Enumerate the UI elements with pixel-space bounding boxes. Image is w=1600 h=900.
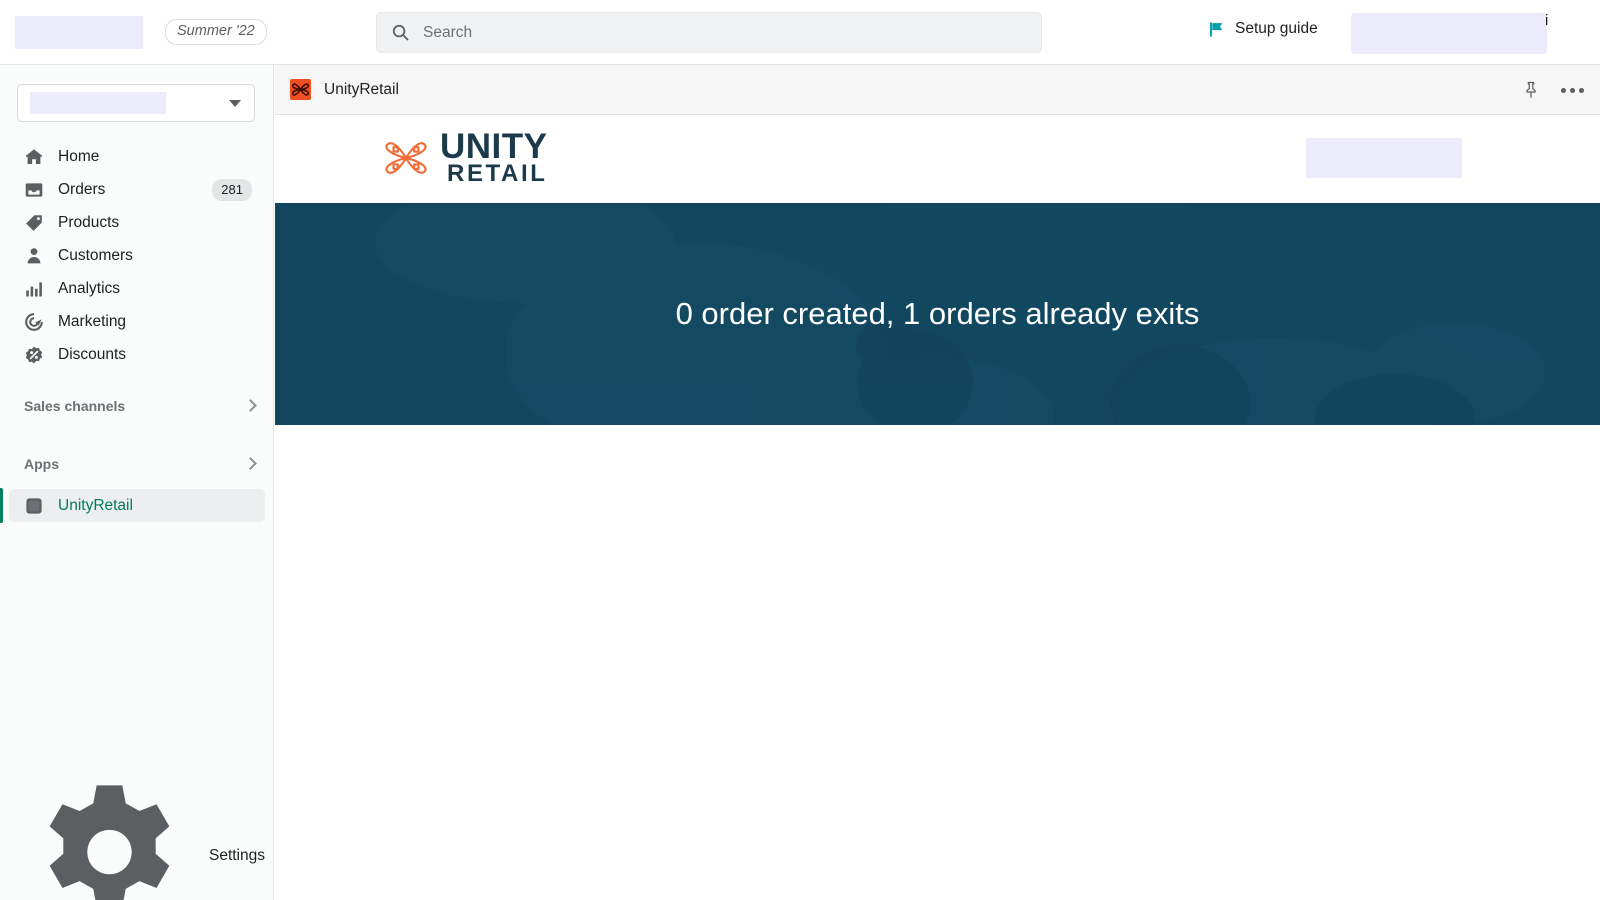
sidebar-item-label: Home xyxy=(58,147,100,165)
app-header-action-redacted[interactable] xyxy=(1306,138,1462,178)
sidebar-item-orders[interactable]: Orders 281 xyxy=(9,173,265,206)
app-frame-bar: UnityRetail xyxy=(275,65,1600,115)
sidebar-item-analytics[interactable]: Analytics xyxy=(9,272,265,305)
search-input[interactable]: Search xyxy=(376,12,1042,53)
products-tag-icon xyxy=(26,214,42,231)
store-logo-redacted xyxy=(15,15,143,49)
store-name-redacted xyxy=(30,92,166,114)
search-icon xyxy=(392,24,409,41)
sidebar: Home Orders 281 Products Customers Analy… xyxy=(0,65,274,900)
sidebar-item-label: Analytics xyxy=(58,279,121,297)
top-bar: Summer '22 Search Setup guide i xyxy=(0,0,1600,65)
app-bar-actions xyxy=(1523,65,1584,115)
banner-message: 0 order created, 1 orders already exits xyxy=(675,296,1200,332)
home-icon xyxy=(26,148,42,164)
sidebar-item-label: Discounts xyxy=(58,345,127,363)
app-tile-icon xyxy=(26,497,42,514)
chevron-right-icon xyxy=(244,399,257,412)
sidebar-item-label: Settings xyxy=(208,846,265,864)
sidebar-nav: Home Orders 281 Products Customers Analy… xyxy=(0,140,274,523)
marketing-target-icon xyxy=(25,312,43,331)
sidebar-item-home[interactable]: Home xyxy=(9,140,265,173)
sidebar-item-label: Customers xyxy=(58,246,133,264)
sidebar-item-label: Orders xyxy=(58,180,106,198)
chevron-down-icon xyxy=(229,100,241,107)
sidebar-section-label: Sales channels xyxy=(24,397,126,414)
account-menu-redacted[interactable] xyxy=(1351,13,1547,54)
sidebar-item-label: UnityRetail xyxy=(58,496,133,514)
ellipsis-icon[interactable] xyxy=(1561,87,1584,93)
sidebar-section-label: Apps xyxy=(24,455,59,472)
sidebar-section-sales-channels[interactable]: Sales channels xyxy=(9,389,265,422)
unityretail-favicon xyxy=(290,79,311,100)
sidebar-item-discounts[interactable]: Discounts xyxy=(9,338,265,371)
sidebar-section-apps[interactable]: Apps xyxy=(9,447,265,480)
sidebar-item-products[interactable]: Products xyxy=(9,206,265,239)
sidebar-item-marketing[interactable]: Marketing xyxy=(9,305,265,338)
sidebar-item-customers[interactable]: Customers xyxy=(9,239,265,272)
shopify-admin-window: Summer '22 Search Setup guide i Home Ord… xyxy=(0,0,1600,900)
setup-guide-label: Setup guide xyxy=(1235,20,1318,37)
sidebar-item-unityretail[interactable]: UnityRetail xyxy=(0,488,265,523)
search-placeholder: Search xyxy=(423,23,473,41)
unity-retail-wordmark: UNITY RETAIL xyxy=(440,127,548,188)
unity-butterfly-mark-icon xyxy=(385,142,427,174)
app-content-frame: UNITY RETAIL 0 order created, 1 orders a… xyxy=(275,115,1600,900)
orders-count-badge: 281 xyxy=(212,178,252,201)
gear-icon xyxy=(49,785,170,900)
sidebar-item-label: Products xyxy=(58,213,120,231)
chevron-right-icon xyxy=(244,457,257,470)
brand-word-line2: RETAIL xyxy=(447,160,548,188)
analytics-bars-icon xyxy=(26,281,42,296)
brand-word-line1: UNITY xyxy=(440,127,548,166)
customers-person-icon xyxy=(27,247,41,263)
sidebar-item-label: Marketing xyxy=(58,312,127,330)
store-selector[interactable] xyxy=(17,84,255,122)
flag-icon xyxy=(1209,21,1223,37)
orders-inbox-icon xyxy=(25,182,43,197)
topbar-edge-char: i xyxy=(1545,12,1549,29)
discounts-percent-icon xyxy=(25,346,43,363)
setup-guide-button[interactable]: Setup guide xyxy=(1208,20,1318,38)
unity-retail-logo: UNITY RETAIL xyxy=(382,127,548,188)
status-banner: 0 order created, 1 orders already exits xyxy=(275,203,1600,425)
app-brand-header: UNITY RETAIL xyxy=(275,115,1600,203)
app-body-empty-area xyxy=(275,425,1600,900)
app-bar-title: UnityRetail xyxy=(324,80,399,98)
pin-icon[interactable] xyxy=(1523,81,1539,99)
season-badge: Summer '22 xyxy=(165,18,267,46)
sidebar-item-settings[interactable]: Settings xyxy=(9,785,265,900)
